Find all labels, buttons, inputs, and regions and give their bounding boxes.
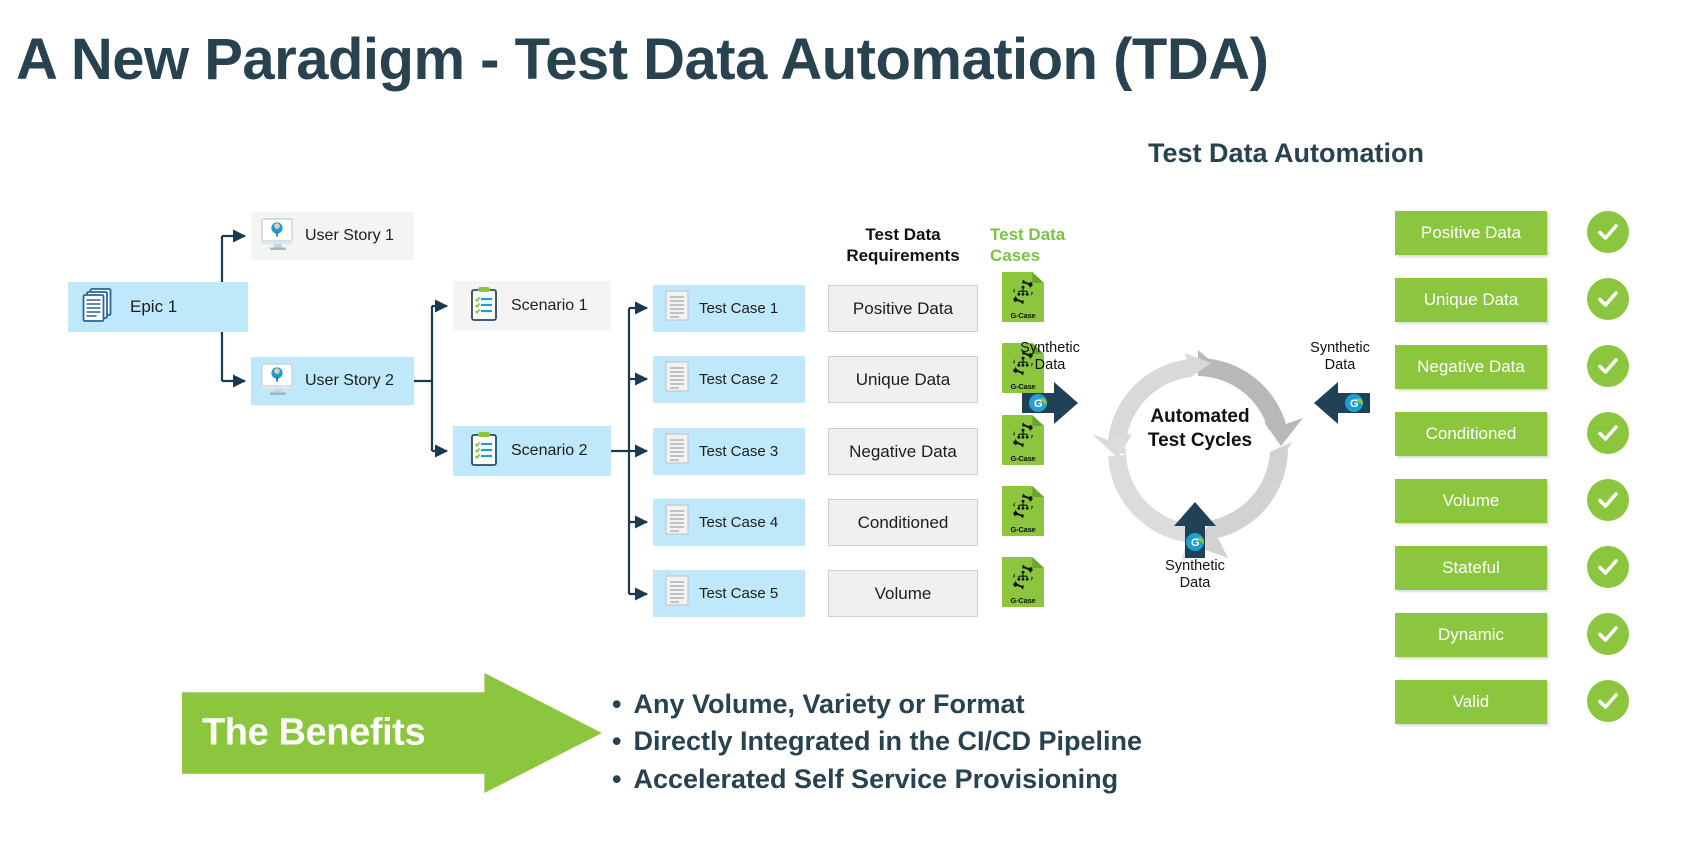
test-case-row[interactable]: Test Case 5 <box>653 570 805 617</box>
list-item: Any Volume, Variety or Format <box>612 686 1142 723</box>
benefits-arrow: The Benefits <box>182 673 602 793</box>
requirement-box[interactable]: Negative Data <box>828 428 978 475</box>
requirement-box[interactable]: Conditioned <box>828 499 978 546</box>
epic-label: Epic 1 <box>130 297 178 316</box>
user-story-1-label: User Story 1 <box>305 227 394 244</box>
output-pill[interactable]: Positive Data <box>1395 211 1547 255</box>
output-pill[interactable]: Unique Data <box>1395 278 1547 322</box>
output-pill[interactable]: Conditioned <box>1395 412 1547 456</box>
check-icon <box>1587 345 1629 387</box>
user-monitor-icon <box>259 217 297 256</box>
gear-icon <box>1009 492 1037 525</box>
synthetic-data-label-right: Synthetic Data <box>1310 340 1370 374</box>
test-case-row[interactable]: Test Case 4 <box>653 499 805 546</box>
test-case-label: Test Case 4 <box>699 514 779 531</box>
document-icon <box>665 575 691 612</box>
scenario-2-node[interactable]: Scenario 2 <box>453 426 611 476</box>
check-icon <box>1587 479 1629 521</box>
check-icon <box>1587 680 1629 722</box>
scenario-1-label: Scenario 1 <box>511 297 588 314</box>
svg-text:G: G <box>1034 398 1043 410</box>
output-pill[interactable]: Stateful <box>1395 546 1547 590</box>
requirement-box[interactable]: Volume <box>828 570 978 617</box>
g-case-label: G-Case <box>1010 311 1036 320</box>
g-case-label: G-Case <box>1010 525 1036 534</box>
benefits-arrow-label: The Benefits <box>202 711 426 754</box>
test-case-label: Test Case 5 <box>699 585 779 602</box>
slide-canvas: A New Paradigm - Test Data Automation (T… <box>0 0 1700 850</box>
synthetic-data-arrow-left: G <box>1022 382 1078 424</box>
section-heading: Test Data Automation <box>1148 138 1425 168</box>
output-pill[interactable]: Dynamic <box>1395 613 1547 657</box>
synthetic-data-arrow-bottom: G <box>1174 502 1216 558</box>
clipboard-checklist-icon <box>469 286 499 327</box>
output-pill[interactable]: Valid <box>1395 680 1547 724</box>
check-icon <box>1587 211 1629 253</box>
output-pill[interactable]: Volume <box>1395 479 1547 523</box>
g-case-icon[interactable]: G-Case <box>1002 272 1044 322</box>
user-story-2-label: User Story 2 <box>305 372 394 389</box>
test-case-label: Test Case 1 <box>699 300 779 317</box>
user-monitor-icon <box>259 362 297 401</box>
list-item: Accelerated Self Service Provisioning <box>612 761 1142 798</box>
column-caption-requirements: Test Data Requirements <box>846 225 960 265</box>
requirement-box[interactable]: Unique Data <box>828 356 978 403</box>
g-case-label: G-Case <box>1010 454 1036 463</box>
synthetic-data-arrow-right: G <box>1314 382 1370 424</box>
test-case-row[interactable]: Test Case 3 <box>653 428 805 475</box>
test-case-row[interactable]: Test Case 2 <box>653 356 805 403</box>
svg-text:G: G <box>1350 398 1359 410</box>
document-icon <box>665 504 691 541</box>
gear-icon <box>1009 563 1037 596</box>
list-item: Directly Integrated in the CI/CD Pipelin… <box>612 723 1142 760</box>
svg-text:G: G <box>1191 537 1200 549</box>
epic-node[interactable]: Epic 1 <box>68 282 248 332</box>
clipboard-checklist-icon <box>469 431 499 472</box>
user-story-1-node[interactable]: User Story 1 <box>251 212 414 260</box>
check-icon <box>1587 278 1629 320</box>
document-icon <box>665 433 691 470</box>
g-case-icon[interactable]: G-Case <box>1002 486 1044 536</box>
synthetic-data-label-bottom: Synthetic Data <box>1165 558 1225 592</box>
g-case-icon[interactable]: G-Case <box>1002 557 1044 607</box>
requirement-box[interactable]: Positive Data <box>828 285 978 332</box>
user-story-2-node[interactable]: User Story 2 <box>251 357 414 405</box>
scenario-2-label: Scenario 2 <box>511 442 588 459</box>
test-case-row[interactable]: Test Case 1 <box>653 285 805 332</box>
benefits-list: Any Volume, Variety or Format Directly I… <box>612 686 1142 798</box>
test-case-label: Test Case 2 <box>699 371 779 388</box>
document-icon <box>665 361 691 398</box>
page-title: A New Paradigm - Test Data Automation (T… <box>16 27 1269 92</box>
check-icon <box>1587 613 1629 655</box>
test-case-label: Test Case 3 <box>699 443 779 460</box>
gear-icon <box>1009 278 1037 311</box>
cycle-center-label: Automated Test Cycles <box>1147 406 1253 451</box>
scenario-1-node[interactable]: Scenario 1 <box>453 281 611 331</box>
output-pill[interactable]: Negative Data <box>1395 345 1547 389</box>
column-caption-cases: Test Data Cases <box>990 225 1066 265</box>
g-case-label: G-Case <box>1010 596 1036 605</box>
documents-stack-icon <box>82 287 116 328</box>
synthetic-data-label-left: Synthetic Data <box>1020 340 1080 374</box>
check-icon <box>1587 412 1629 454</box>
document-icon <box>665 290 691 327</box>
check-icon <box>1587 546 1629 588</box>
